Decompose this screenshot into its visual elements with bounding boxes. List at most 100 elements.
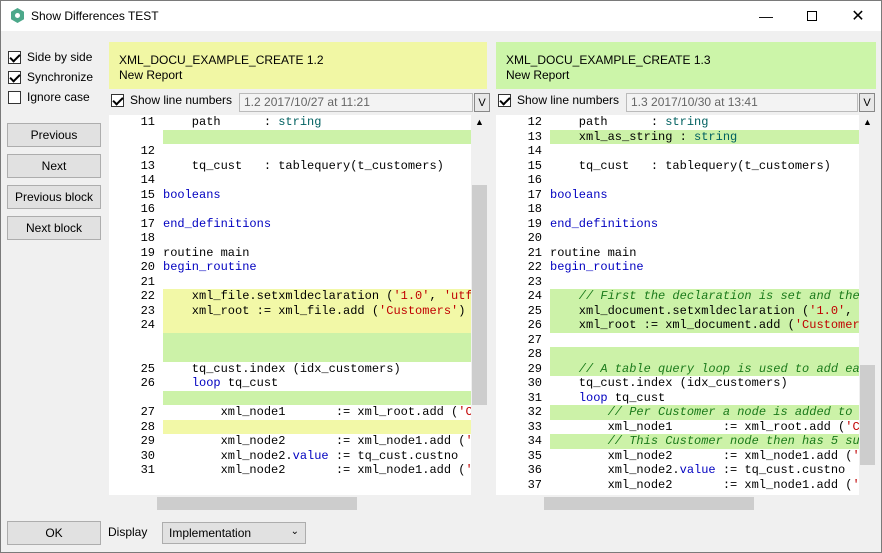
right-version-field[interactable]: 1.3 2017/10/30 at 13:41 — [626, 93, 858, 112]
line-number: 31 — [140, 463, 155, 477]
line-number: 25 — [140, 361, 155, 376]
right-show-line-numbers-label: Show line numbers — [517, 93, 620, 107]
code-line: 23 — [496, 275, 859, 290]
code-line: 33 xml_node1 := xml_root.add ('C — [496, 420, 859, 435]
maximize-icon — [807, 11, 817, 21]
minimize-button[interactable]: — — [743, 1, 789, 31]
code-line: 22 xml_file.setxmldeclaration ('1.0', 'u… — [109, 289, 471, 304]
line-text: booleans — [550, 187, 608, 202]
previous-button[interactable]: Previous — [7, 123, 101, 147]
right-show-line-numbers-checkbox[interactable]: Show line numbers — [498, 93, 619, 107]
right-hscroll-thumb[interactable] — [544, 497, 754, 510]
line-text: end_definitions — [550, 216, 659, 231]
code-line: 14 — [109, 173, 471, 188]
code-line: 27 xml_node1 := xml_root.add ('C — [109, 405, 471, 420]
left-file-name: XML_DOCU_EXAMPLE_CREATE 1.2 — [119, 53, 324, 67]
code-line: 21 — [109, 275, 471, 290]
line-text: xml_node2 := xml_node1.add (' — [550, 477, 859, 492]
code-line: 37 xml_node2 := xml_node1.add (' — [496, 478, 859, 493]
line-number: 14 — [527, 144, 542, 158]
right-vscroll-thumb[interactable] — [860, 365, 875, 465]
line-number: 18 — [140, 231, 155, 245]
ignore-case-label: Ignore case — [27, 90, 90, 104]
left-hscroll-thumb[interactable] — [157, 497, 357, 510]
display-label: Display — [108, 525, 148, 539]
right-version-dropdown-button[interactable]: V — [859, 93, 875, 112]
close-button[interactable]: ✕ — [835, 1, 881, 31]
left-show-line-numbers-label: Show line numbers — [130, 93, 233, 107]
synchronize-checkbox[interactable]: Synchronize — [8, 70, 93, 84]
line-text: // Per Customer a node is added to — [550, 405, 853, 419]
code-line: 22 begin_routine — [496, 260, 859, 275]
left-code-view[interactable]: 11 path : string 12 13 tq_cust : tablequer… — [109, 115, 471, 495]
title-bar: Show Differences TEST — ✕ — [1, 1, 881, 31]
code-line: 29 // A table query loop is used to add … — [496, 362, 859, 377]
side-by-side-checkbox[interactable]: Side by side — [8, 50, 92, 64]
left-file-sub: New Report — [119, 68, 183, 82]
ignore-case-checkbox[interactable]: Ignore case — [8, 90, 90, 104]
right-code-view[interactable]: 12 path : string 13 xml_as_string : strin… — [496, 115, 859, 495]
next-button[interactable]: Next — [7, 154, 101, 178]
code-line: 28 — [496, 347, 859, 362]
code-line: 12 — [109, 144, 471, 159]
previous-block-button[interactable]: Previous block — [7, 185, 101, 209]
chevron-down-icon: ⌄ — [290, 526, 299, 537]
next-block-button[interactable]: Next block — [7, 216, 101, 240]
code-line: 26 xml_root := xml_document.add ('Custom… — [496, 318, 859, 333]
code-line: 32 // Per Customer a node is added to — [496, 405, 859, 420]
left-show-line-numbers-checkbox[interactable]: Show line numbers — [111, 93, 232, 107]
line-number: 33 — [527, 419, 542, 434]
code-line: 12 path : string — [496, 115, 859, 130]
code-line: 15 tq_cust : tablequery(t_customers) — [496, 159, 859, 174]
line-number: 21 — [140, 274, 155, 289]
left-vscroll-thumb[interactable] — [472, 185, 487, 405]
code-line: 25 xml_document.setxmldeclaration ('1.0'… — [496, 304, 859, 319]
right-file-sub: New Report — [506, 68, 570, 82]
line-number: 28 — [527, 347, 542, 361]
line-text: routine main — [550, 245, 637, 260]
line-number: 31 — [527, 390, 542, 405]
line-text: tq_cust.index (idx_customers) — [163, 361, 401, 376]
code-line: 13 xml_as_string : string — [496, 130, 859, 145]
maximize-button[interactable] — [789, 1, 835, 31]
left-horizontal-scrollbar[interactable] — [109, 495, 488, 512]
line-text: xml_root := xml_document.add ('Customer — [550, 318, 859, 332]
right-horizontal-scrollbar[interactable] — [496, 495, 876, 512]
line-number: 13 — [527, 129, 542, 144]
code-line: 19 routine main — [109, 246, 471, 261]
chevron-down-icon: V — [478, 96, 486, 109]
line-text: booleans — [163, 187, 221, 202]
line-text: xml_node2 := xml_node1.add (' — [550, 448, 859, 463]
left-version-dropdown-button[interactable]: V — [474, 93, 490, 112]
right-vertical-scrollbar[interactable]: ▲ — [859, 115, 876, 495]
line-number: 29 — [140, 434, 155, 448]
left-file-header: XML_DOCU_EXAMPLE_CREATE 1.2 New Report — [109, 42, 487, 89]
ok-button[interactable]: OK — [7, 521, 101, 545]
line-text: tq_cust.index (idx_customers) — [550, 376, 788, 390]
code-line: 21 routine main — [496, 246, 859, 261]
display-select[interactable]: Implementation ⌄ — [162, 522, 306, 544]
right-version-row: Show line numbers 1.3 2017/10/30 at 13:4… — [496, 91, 876, 113]
left-version-field[interactable]: 1.2 2017/10/27 at 11:21 — [239, 93, 473, 112]
line-number: 15 — [527, 158, 542, 173]
line-number: 34 — [527, 434, 542, 448]
line-text: xml_root := xml_file.add ('Customers') — [163, 303, 466, 318]
code-line: 26 loop tq_cust — [109, 376, 471, 391]
code-line: 14 — [496, 144, 859, 159]
line-text: // A table query loop is used to add ea — [550, 361, 859, 376]
code-line: 27 — [496, 333, 859, 348]
code-line: 31 xml_node2 := xml_node1.add (' — [109, 463, 471, 478]
line-number: 36 — [527, 463, 542, 477]
left-vertical-scrollbar[interactable]: ▲ — [471, 115, 488, 495]
line-text: // First the declaration is set and the — [550, 289, 859, 303]
line-text: path : string — [163, 115, 322, 129]
window-title: Show Differences TEST — [31, 9, 159, 23]
right-file-header: XML_DOCU_EXAMPLE_CREATE 1.3 New Report — [496, 42, 876, 89]
code-line: 15 booleans — [109, 188, 471, 203]
line-text: // This Customer node then has 5 su — [550, 434, 859, 448]
line-text: loop tq_cust — [191, 376, 279, 390]
line-number: 24 — [527, 289, 542, 303]
line-text: tq_cust : tablequery(t_customers) — [550, 158, 831, 173]
